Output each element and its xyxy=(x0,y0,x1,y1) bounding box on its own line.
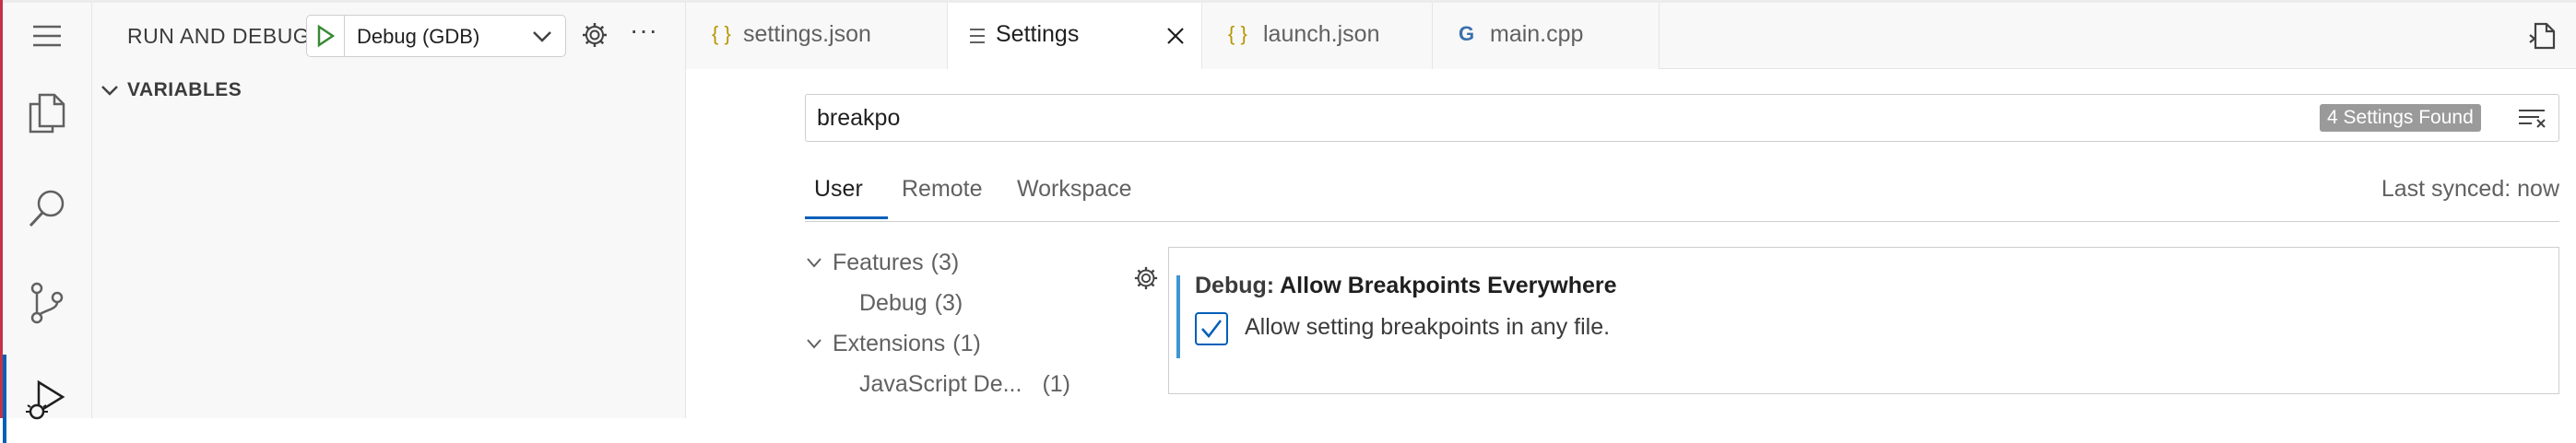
setting-description: Allow setting breakpoints in any file. xyxy=(1245,314,1611,340)
tab-settings[interactable]: Settings xyxy=(948,3,1202,69)
settings-scope-tabs: User Remote Workspace Last synced: now xyxy=(805,161,2559,222)
setting-category: Debug: xyxy=(1195,273,1281,298)
activity-bar xyxy=(3,3,92,443)
toc-count: (3) xyxy=(934,289,963,316)
start-debugging-button[interactable] xyxy=(307,16,345,56)
toc-label: Debug xyxy=(859,289,928,316)
last-synced-status: Last synced: now xyxy=(2381,176,2559,202)
scope-tab-workspace[interactable]: Workspace xyxy=(1017,176,1132,203)
variables-section-title: VARIABLES xyxy=(127,79,242,100)
scope-tab-user[interactable]: User xyxy=(814,176,863,203)
setting-checkbox[interactable] xyxy=(1195,312,1228,345)
open-settings-json-icon[interactable] xyxy=(2526,20,2558,52)
results-count-badge: 4 Settings Found xyxy=(2320,104,2481,132)
settings-editor: breakpo 4 Settings Found User Remote Wor… xyxy=(686,69,2576,418)
modified-indicator xyxy=(1176,275,1180,358)
menu-button[interactable] xyxy=(3,3,91,69)
debug-configuration-value: Debug (GDB) xyxy=(357,25,480,48)
toc-label: Features xyxy=(833,249,924,275)
close-icon[interactable] xyxy=(1165,26,1186,46)
toc-item-debug[interactable]: Debug (3) xyxy=(859,285,963,321)
toc-item-features[interactable]: Features (3) xyxy=(805,244,959,281)
run-and-debug-icon xyxy=(26,379,65,420)
play-icon xyxy=(317,25,335,47)
scope-tab-remote[interactable]: Remote xyxy=(902,176,983,203)
toc-item-javascript-debugger[interactable]: JavaScript De... (1) xyxy=(859,366,1070,402)
setting-title: Debug: Allow Breakpoints Everywhere xyxy=(1195,273,1617,299)
explorer-icon xyxy=(29,93,65,134)
toc-count: (1) xyxy=(952,330,981,356)
setting-name: Allow Breakpoints Everywhere xyxy=(1280,273,1617,298)
menu-icon xyxy=(33,25,61,47)
chevron-down-icon xyxy=(805,334,833,353)
toc-label: JavaScript De... xyxy=(859,370,1022,397)
toc-item-extensions[interactable]: Extensions (1) xyxy=(805,325,981,362)
tab-label: main.cpp xyxy=(1490,21,1584,47)
more-actions-button[interactable]: ··· xyxy=(630,16,658,45)
json-icon: { } xyxy=(1228,22,1247,45)
editor-tab-bar: { } settings.json Settings { } launch.js… xyxy=(686,3,2576,69)
chevron-down-icon xyxy=(101,86,118,96)
sidebar-title: RUN AND DEBUG xyxy=(127,24,311,48)
gear-icon[interactable] xyxy=(581,21,609,49)
tab-label: launch.json xyxy=(1263,21,1380,47)
toc-count: (1) xyxy=(1042,370,1071,397)
run-and-debug-sidebar: RUN AND DEBUG Debug (GDB) ··· VARIABLES xyxy=(92,3,686,418)
toc-count: (3) xyxy=(930,249,960,275)
tab-label: settings.json xyxy=(743,21,871,47)
chevron-down-icon xyxy=(805,253,833,272)
tab-main-cpp[interactable]: G main.cpp xyxy=(1433,3,1660,69)
activity-search[interactable] xyxy=(3,164,91,252)
settings-file-icon xyxy=(970,29,985,43)
activity-explorer[interactable] xyxy=(3,69,91,157)
search-value: breakpo xyxy=(817,105,901,131)
search-icon xyxy=(29,190,65,227)
clear-filter-icon[interactable] xyxy=(2518,108,2549,128)
settings-table-of-contents: Features (3) Debug (3) Extensions (1) Ja… xyxy=(805,244,1109,419)
variables-section-header[interactable]: VARIABLES xyxy=(92,69,685,111)
activity-source-control[interactable] xyxy=(3,259,91,347)
settings-search-input[interactable]: breakpo 4 Settings Found xyxy=(805,94,2559,142)
gear-icon[interactable] xyxy=(1133,265,1159,291)
source-control-icon xyxy=(30,282,64,324)
cpp-icon: G xyxy=(1459,22,1475,45)
activity-run-and-debug[interactable] xyxy=(3,355,91,443)
json-icon: { } xyxy=(712,22,731,45)
tab-launch-json[interactable]: { } launch.json xyxy=(1202,3,1433,69)
debug-configuration-select[interactable]: Debug (GDB) xyxy=(306,15,566,57)
tab-settings-json[interactable]: { } settings.json xyxy=(686,3,948,69)
checkmark-icon xyxy=(1201,320,1222,338)
chevron-down-icon xyxy=(533,31,551,42)
tab-label: Settings xyxy=(996,21,1080,47)
toc-label: Extensions xyxy=(833,330,946,356)
active-tab-indicator xyxy=(805,216,888,219)
setting-item-allow-breakpoints-everywhere: Debug: Allow Breakpoints Everywhere Allo… xyxy=(1168,247,2559,394)
